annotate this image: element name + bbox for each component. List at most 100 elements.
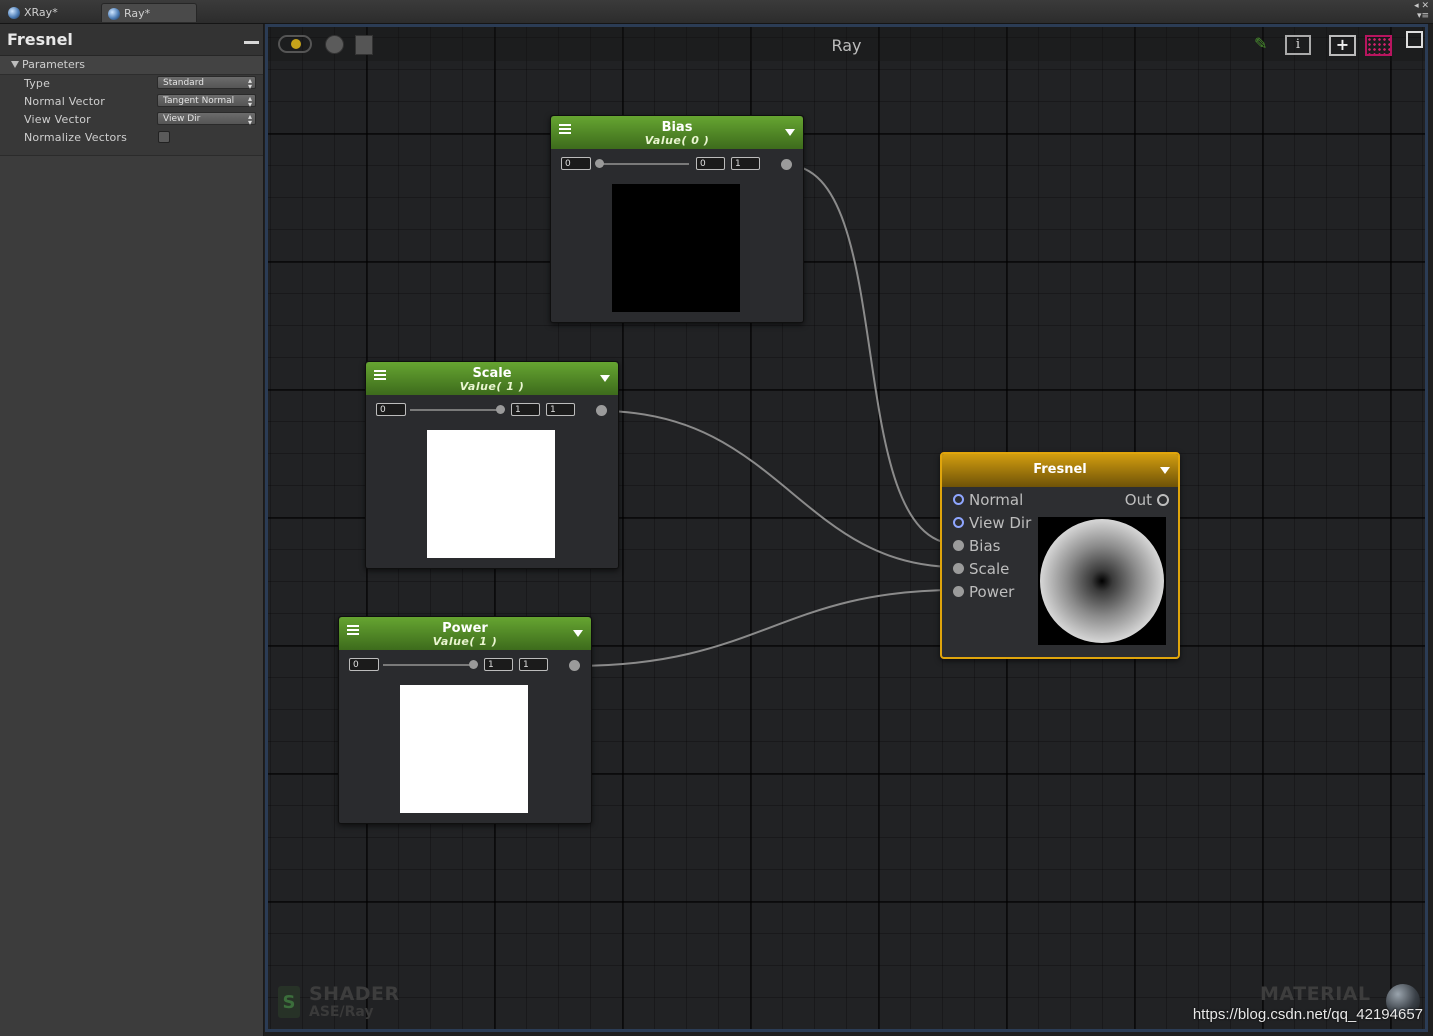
foldout-arrow-icon[interactable]: [11, 61, 19, 68]
slider-knob[interactable]: [496, 405, 505, 414]
node-bias[interactable]: Bias Value( 0 ) 0 0 1: [550, 115, 804, 323]
normalize-vectors-checkbox[interactable]: [158, 131, 170, 143]
node-title: Bias: [661, 120, 693, 135]
tab-label: XRay*: [24, 6, 58, 19]
param-row-type: Type Standard ▴ ▾: [0, 75, 263, 93]
node-header[interactable]: Fresnel: [942, 454, 1178, 487]
param-label: Normal Vector: [24, 95, 105, 108]
node-header[interactable]: Scale Value( 1 ): [366, 362, 618, 395]
add-node-icon[interactable]: +: [1329, 35, 1356, 56]
dropdown-arrow-icon[interactable]: [573, 630, 583, 637]
max-field[interactable]: 1: [731, 157, 760, 170]
editor-tab-bar: XRay* Ray* ◂ ✕ ▾≡: [0, 0, 1433, 24]
maximize-icon[interactable]: [1406, 31, 1423, 48]
input-port-scale[interactable]: [953, 563, 964, 574]
node-header[interactable]: Bias Value( 0 ): [551, 116, 803, 149]
param-row-view-vector: View Vector View Dir ▴ ▾: [0, 111, 263, 129]
window-close-icon[interactable]: ◂ ✕: [1414, 1, 1429, 11]
input-port-bias[interactable]: [953, 540, 964, 551]
node-title: Fresnel: [1033, 462, 1087, 477]
parameters-label: Parameters: [22, 58, 85, 71]
dropdown-value: Standard: [163, 78, 204, 88]
slider-knob[interactable]: [469, 660, 478, 669]
input-label: View Dir: [969, 514, 1032, 532]
value-slider[interactable]: [383, 664, 473, 666]
material-sphere-icon: [8, 7, 20, 19]
window-menu-icon[interactable]: ▾≡: [1414, 11, 1429, 21]
slider-knob[interactable]: [595, 159, 604, 168]
normal-vector-dropdown[interactable]: Tangent Normal ▴ ▾: [157, 94, 256, 109]
input-label: Bias: [969, 537, 1001, 555]
dropdown-arrow-icon[interactable]: [600, 375, 610, 382]
shader-watermark: SHADER: [309, 983, 400, 1005]
updown-arrows-icon: ▴ ▾: [247, 76, 252, 91]
output-port[interactable]: [1157, 494, 1169, 506]
node-header[interactable]: Power Value( 1 ): [339, 617, 591, 650]
param-label: Type: [24, 77, 51, 90]
window-controls[interactable]: ◂ ✕ ▾≡: [1414, 1, 1429, 21]
input-label: Normal: [969, 491, 1024, 509]
value-preview: [612, 184, 740, 312]
node-scale[interactable]: Scale Value( 1 ) 0 1 1: [365, 361, 619, 569]
param-row-normalize-vectors: Normalize Vectors: [0, 129, 263, 147]
canvas-toolbar: Ray ✎ i +: [268, 27, 1425, 61]
dropdown-arrow-icon[interactable]: [1160, 467, 1170, 474]
graph-title: Ray: [831, 36, 862, 55]
fresnel-preview: [1038, 517, 1166, 645]
shader-path: ASE/Ray: [309, 1004, 374, 1020]
dropdown-arrow-icon[interactable]: [785, 129, 795, 136]
tab-ray[interactable]: Ray*: [101, 3, 197, 22]
view-vector-dropdown[interactable]: View Dir ▴ ▾: [157, 112, 256, 127]
updown-arrows-icon: ▴ ▾: [247, 94, 252, 109]
param-label: Normalize Vectors: [24, 131, 128, 144]
node-properties-panel: Fresnel Parameters Type Standard ▴ ▾ Norm…: [0, 24, 264, 1036]
input-port-power[interactable]: [953, 586, 964, 597]
clean-brush-icon[interactable]: ✎: [1254, 35, 1274, 53]
node-subtitle: Value( 1 ): [459, 380, 525, 393]
min-field[interactable]: 0: [349, 658, 379, 671]
shader-icon: S: [278, 986, 300, 1018]
live-mode-icon[interactable]: [278, 35, 312, 53]
dropdown-value: View Dir: [163, 114, 201, 124]
min-field[interactable]: 0: [561, 157, 591, 170]
param-label: View Vector: [24, 113, 91, 126]
parameters-body: Type Standard ▴ ▾ Normal Vector Tangent N…: [0, 75, 263, 156]
source-watermark-url: https://blog.csdn.net/qq_42194657: [1192, 1006, 1423, 1023]
param-row-normal-vector: Normal Vector Tangent Normal ▴ ▾: [0, 93, 263, 111]
min-field[interactable]: 0: [376, 403, 406, 416]
tab-xray[interactable]: XRay*: [2, 3, 94, 22]
dropdown-value: Tangent Normal: [163, 96, 235, 106]
output-port[interactable]: [596, 405, 607, 416]
max-field[interactable]: 1: [546, 403, 575, 416]
value-field[interactable]: 1: [511, 403, 540, 416]
preview-sphere-icon[interactable]: [325, 35, 344, 54]
max-field[interactable]: 1: [519, 658, 548, 671]
value-preview: [427, 430, 555, 558]
node-fresnel[interactable]: Fresnel Normal View Dir Bias Scale Power…: [940, 452, 1180, 659]
node-power[interactable]: Power Value( 1 ) 0 1 1: [338, 616, 592, 824]
material-sphere-icon: [108, 8, 120, 20]
node-subtitle: Value( 0 ): [644, 134, 710, 147]
node-subtitle: Value( 1 ): [432, 635, 498, 648]
info-icon[interactable]: i: [1285, 35, 1311, 55]
input-label: Power: [969, 583, 1015, 601]
value-field[interactable]: 1: [484, 658, 513, 671]
updown-arrows-icon: ▴ ▾: [247, 112, 252, 127]
minimize-icon[interactable]: [244, 41, 259, 44]
value-field[interactable]: 0: [696, 157, 725, 170]
output-port[interactable]: [569, 660, 580, 671]
tab-label: Ray*: [124, 7, 151, 20]
save-shader-icon[interactable]: [355, 35, 373, 55]
input-port-view-dir[interactable]: [953, 517, 964, 528]
output-port[interactable]: [781, 159, 792, 170]
parameters-foldout[interactable]: Parameters: [0, 56, 263, 75]
value-slider[interactable]: [599, 163, 689, 165]
fresnel-sphere: [1040, 519, 1164, 643]
material-watermark: MATERIAL: [1260, 983, 1371, 1005]
value-slider[interactable]: [410, 409, 500, 411]
show-grid-icon[interactable]: [1365, 35, 1392, 56]
input-port-normal[interactable]: [953, 494, 964, 505]
value-preview: [400, 685, 528, 813]
type-dropdown[interactable]: Standard ▴ ▾: [157, 76, 256, 91]
node-title: Scale: [472, 366, 512, 381]
